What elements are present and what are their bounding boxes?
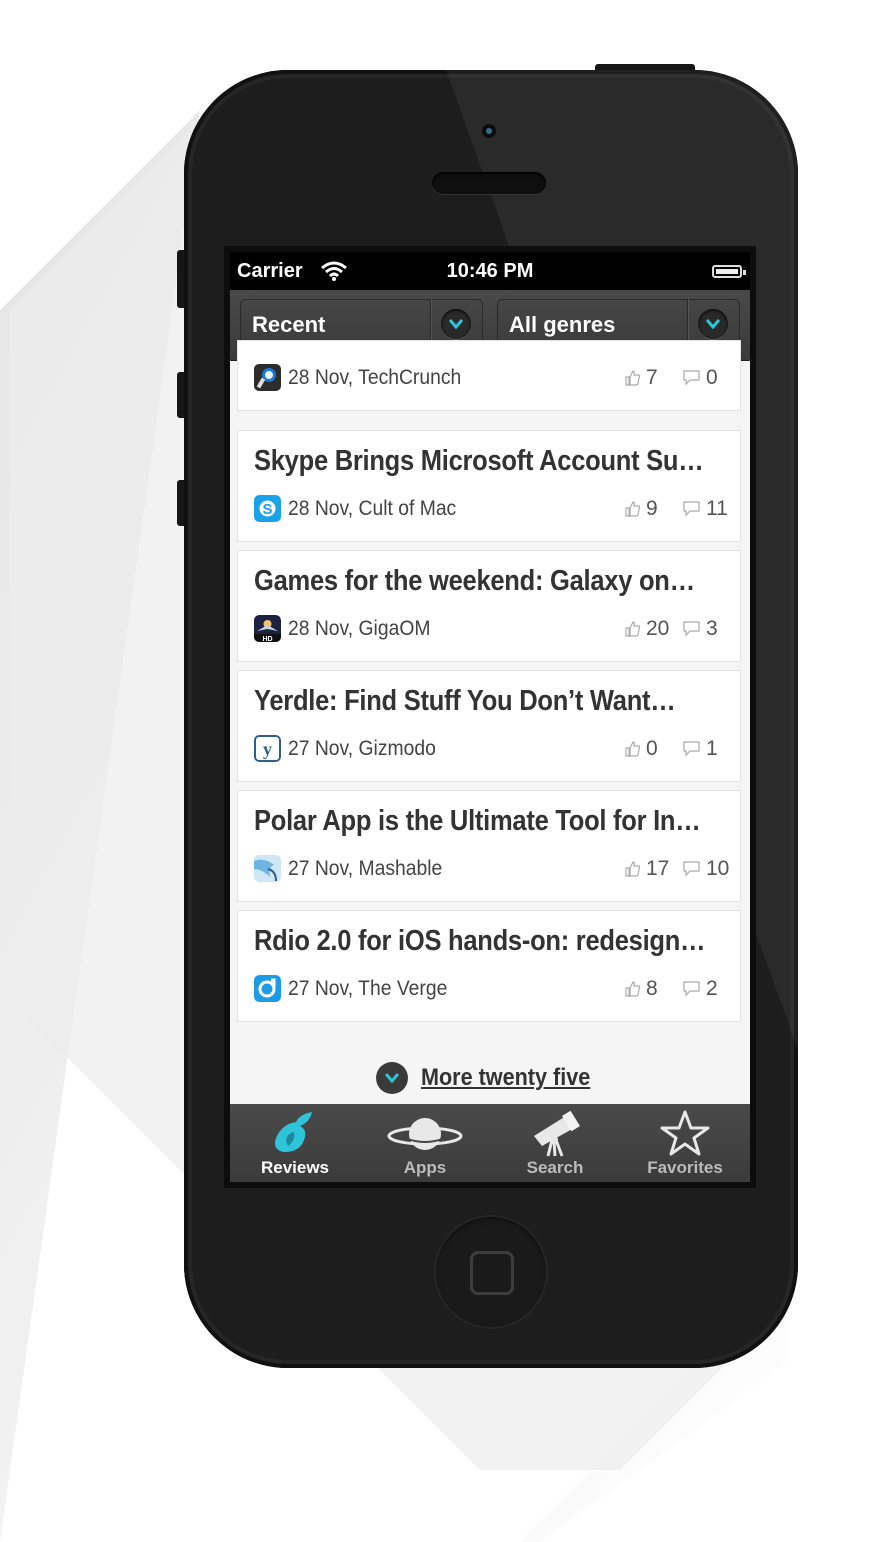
article-meta: S 28 Nov, Cult of Mac 9 11 (254, 495, 728, 523)
list-item[interactable]: 28 Nov, TechCrunch 7 0 (238, 341, 740, 410)
list-item[interactable]: Yerdle: Find Stuff You Don’t Want… y 27 … (238, 671, 740, 781)
article-meta: y 27 Nov, Gizmodo 0 1 (254, 735, 728, 763)
load-more-button[interactable]: More twenty five (230, 1056, 750, 1100)
load-more-label[interactable]: More twenty five (421, 1064, 590, 1092)
home-button[interactable] (434, 1215, 548, 1329)
thumbs-up-icon (625, 621, 641, 637)
planet-icon (387, 1118, 463, 1150)
chevron-down-icon[interactable] (441, 309, 471, 339)
tab-search[interactable]: Search (490, 1104, 620, 1182)
app-screen: Carrier 10:46 PM Recent All genres 28 No… (230, 252, 750, 1182)
yerdle-icon: y (254, 735, 281, 762)
speech-bubble-icon (683, 741, 700, 757)
article-date-source: 28 Nov, GigaOM (288, 617, 431, 640)
speech-bubble-icon (683, 370, 700, 386)
polar-bird-icon (254, 855, 281, 882)
galaxy-game-icon: HD (254, 615, 281, 642)
speech-bubble-icon (683, 861, 700, 877)
tab-label: Apps (403, 1158, 447, 1177)
tab-reviews[interactable]: Reviews (230, 1104, 360, 1182)
svg-text:y: y (263, 739, 272, 759)
tab-apps[interactable]: Apps (360, 1104, 490, 1182)
article-title: Polar App is the Ultimate Tool for In… (254, 805, 701, 837)
svg-text:HD: HD (262, 636, 272, 642)
article-meta: 27 Nov, The Verge 8 2 (254, 975, 728, 1003)
tab-favorites[interactable]: Favorites (620, 1104, 750, 1182)
rdio-icon (254, 975, 281, 1002)
article-date-source: 27 Nov, Gizmodo (288, 737, 436, 760)
tab-bar: Reviews Apps Search Favorites (230, 1104, 750, 1182)
phone-body: Carrier 10:46 PM Recent All genres 28 No… (184, 70, 798, 1368)
thumbs-up-icon (625, 741, 641, 757)
genre-dropdown-label: All genres (509, 312, 616, 337)
earpiece-speaker (432, 172, 546, 194)
status-bar: Carrier 10:46 PM (230, 252, 750, 290)
techcrunch-icon (254, 364, 281, 391)
speech-bubble-icon (683, 621, 700, 637)
chevron-down-icon[interactable] (376, 1062, 408, 1094)
speech-bubble-icon (683, 981, 700, 997)
star-icon (660, 1110, 710, 1156)
article-meta: 27 Nov, Mashable 17 10 (254, 855, 729, 883)
telescope-icon (534, 1110, 581, 1157)
article-date-source: 27 Nov, Mashable (288, 857, 443, 880)
reviews-drop-icon (275, 1112, 312, 1152)
article-date-source: 28 Nov, Cult of Mac (288, 497, 457, 520)
article-list: 28 Nov, TechCrunch 7 0 Skype Brings Micr… (230, 341, 750, 1101)
article-meta: HD 28 Nov, GigaOM 20 3 (254, 615, 728, 643)
list-item[interactable]: Games for the weekend: Galaxy on… HD 28 … (238, 551, 740, 661)
list-item[interactable]: Rdio 2.0 for iOS hands-on: redesign… 27 … (238, 911, 740, 1021)
speech-bubble-icon (683, 501, 700, 517)
article-title: Yerdle: Find Stuff You Don’t Want… (254, 685, 676, 717)
thumbs-up-icon (625, 501, 641, 517)
tab-label: Favorites (647, 1158, 723, 1177)
tab-label: Search (526, 1158, 584, 1177)
skype-icon: S (254, 495, 281, 522)
list-item[interactable]: Polar App is the Ultimate Tool for In… 2… (238, 791, 740, 901)
battery-icon (712, 265, 746, 278)
list-item[interactable]: Skype Brings Microsoft Account Su… S 28 … (238, 431, 740, 541)
article-title: Rdio 2.0 for iOS hands-on: redesign… (254, 925, 706, 957)
svg-text:S: S (262, 501, 272, 518)
chevron-down-icon[interactable] (698, 309, 728, 339)
article-title: Games for the weekend: Galaxy on… (254, 565, 695, 597)
article-date-source: 28 Nov, TechCrunch (288, 366, 462, 389)
tab-label: Reviews (260, 1158, 330, 1177)
article-meta: 28 Nov, TechCrunch 7 0 (254, 364, 728, 392)
article-title: Skype Brings Microsoft Account Su… (254, 445, 704, 477)
thumbs-up-icon (625, 861, 641, 877)
thumbs-up-icon (625, 981, 641, 997)
front-camera (482, 124, 496, 138)
sort-dropdown-label: Recent (252, 312, 326, 337)
article-date-source: 27 Nov, The Verge (288, 977, 448, 1000)
thumbs-up-icon (625, 370, 641, 386)
status-time: 10:46 PM (446, 260, 534, 282)
